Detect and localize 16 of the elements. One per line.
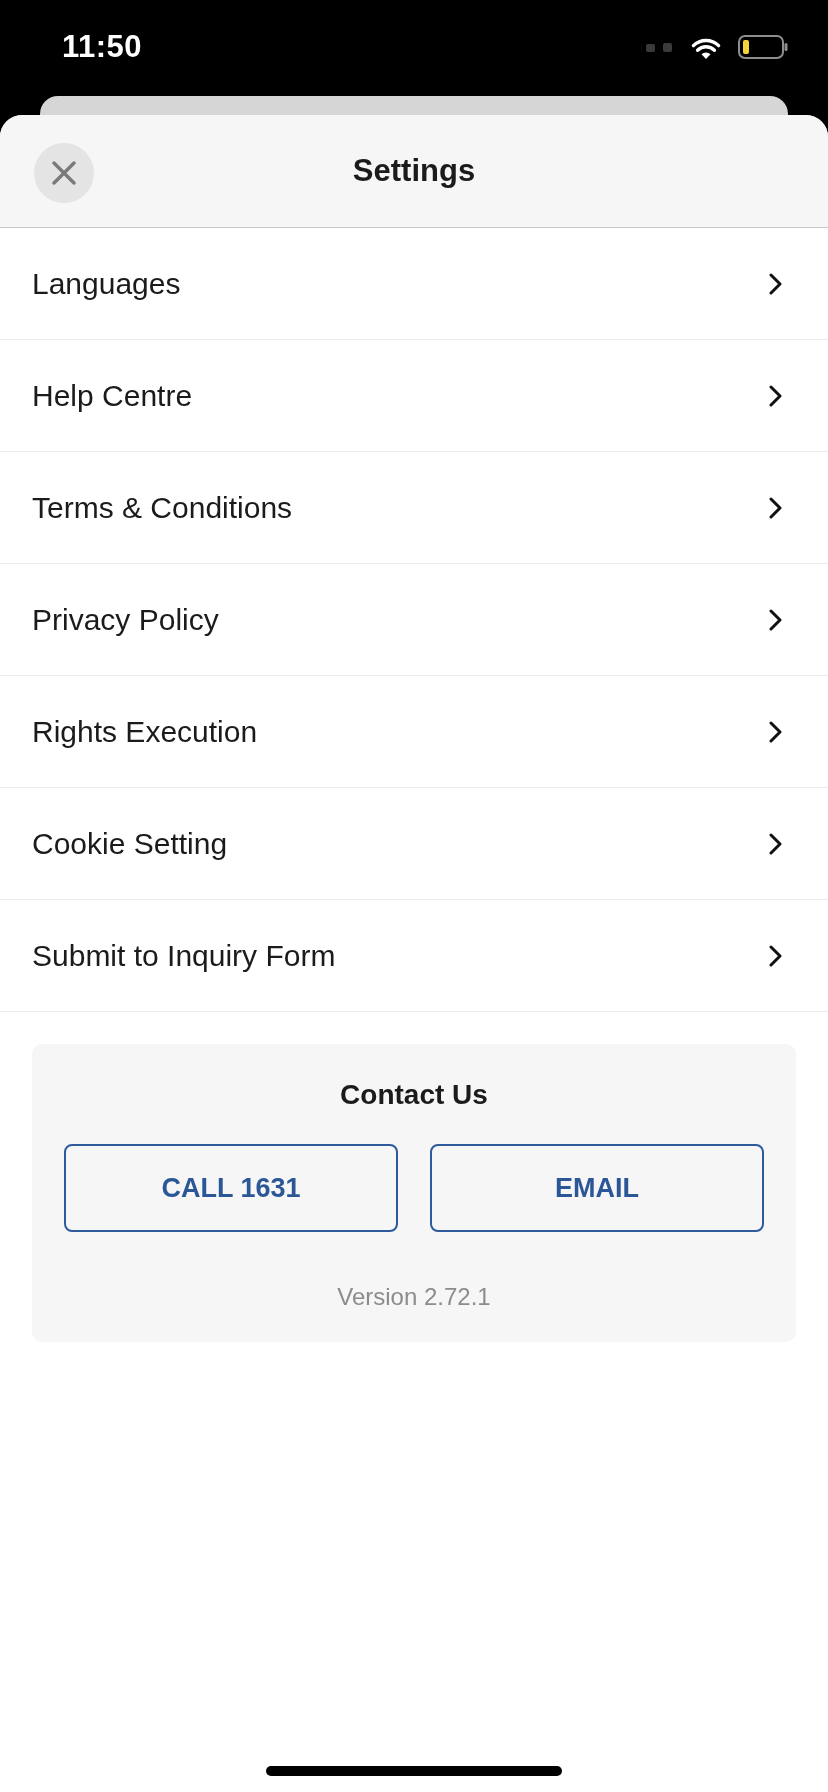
status-time: 11:50 xyxy=(62,29,143,65)
contact-title: Contact Us xyxy=(340,1078,488,1112)
chevron-right-icon xyxy=(769,944,782,967)
close-icon xyxy=(52,161,76,185)
chevron-right-icon xyxy=(769,832,782,855)
chevron-right-icon xyxy=(769,272,782,295)
chevron-right-icon xyxy=(769,384,782,407)
signal-icon xyxy=(646,42,674,52)
sheet-title: Settings xyxy=(352,153,476,189)
contact-button[interactable]: EMAIL xyxy=(430,1144,764,1232)
contact-button[interactable]: CALL 1631 xyxy=(64,1144,398,1232)
version-text: Version 2.72.1 xyxy=(337,1282,491,1312)
chevron-right-icon xyxy=(769,496,782,519)
chevron-right-icon xyxy=(769,720,782,743)
battery-icon xyxy=(738,35,788,59)
chevron-right-icon xyxy=(769,608,782,631)
